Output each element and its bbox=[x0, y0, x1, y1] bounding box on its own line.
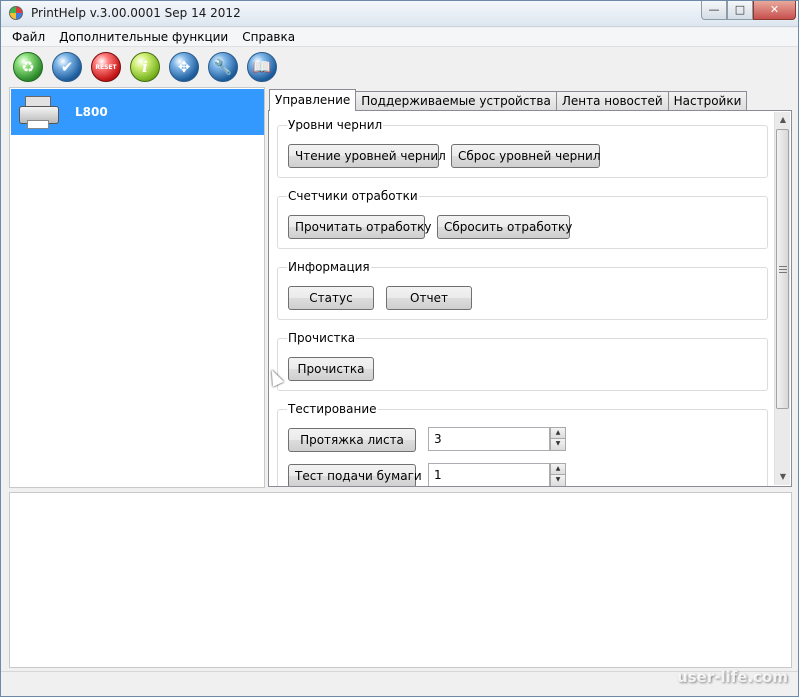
tab-news-feed[interactable]: Лента новостей bbox=[555, 91, 669, 111]
vertical-scrollbar[interactable]: ▲ ▼ bbox=[774, 112, 790, 485]
info-title: Информация bbox=[287, 260, 371, 274]
printer-list: L800 bbox=[9, 87, 265, 488]
menu-bar: Файл Дополнительные функции Справка bbox=[1, 28, 798, 47]
management-panel: Уровни чернил Чтение уровней чернил Сбро… bbox=[268, 110, 792, 487]
maximize-button[interactable]: □ bbox=[727, 1, 753, 20]
network-icon[interactable]: ✥ bbox=[169, 52, 199, 82]
ink-levels-group: Уровни чернил Чтение уровней чернил Сбро… bbox=[277, 118, 768, 178]
scroll-down-icon[interactable]: ▼ bbox=[775, 469, 791, 485]
cleaning-button[interactable]: Прочистка bbox=[288, 357, 374, 381]
cleaning-title: Прочистка bbox=[287, 331, 357, 345]
cleaning-group: Прочистка Прочистка bbox=[277, 331, 768, 391]
spin-down-icon[interactable]: ▼ bbox=[550, 475, 566, 486]
printer-name: L800 bbox=[75, 105, 108, 119]
caption-buttons: — □ ✕ bbox=[701, 1, 796, 20]
recycle-icon[interactable]: ♻ bbox=[13, 52, 43, 82]
printer-item-l800[interactable]: L800 bbox=[11, 89, 264, 135]
paper-feed-stepper[interactable]: 1 ▲ ▼ bbox=[428, 463, 566, 486]
tab-settings[interactable]: Настройки bbox=[667, 91, 748, 111]
wrench-icon[interactable]: 🔧 bbox=[208, 52, 238, 82]
reset-ink-levels-button[interactable]: Сброс уровней чернил bbox=[451, 144, 601, 168]
counters-title: Счетчики отработки bbox=[287, 189, 419, 203]
spin-down-icon[interactable]: ▼ bbox=[550, 439, 566, 451]
spin-up-icon[interactable]: ▲ bbox=[550, 463, 566, 475]
info-group: Информация Статус Отчет bbox=[277, 260, 768, 320]
log-panel[interactable] bbox=[9, 492, 792, 668]
read-ink-levels-button[interactable]: Чтение уровней чернил bbox=[288, 144, 446, 168]
minimize-button[interactable]: — bbox=[701, 1, 727, 20]
paper-feed-value[interactable]: 1 bbox=[434, 468, 442, 482]
watermark: user-life.com bbox=[677, 668, 788, 686]
report-button[interactable]: Отчет bbox=[386, 286, 472, 310]
tab-strip: Управление Поддерживаемые устройства Лен… bbox=[269, 89, 748, 111]
paper-feed-spin-buttons: ▲ ▼ bbox=[550, 463, 566, 486]
menu-extra-functions[interactable]: Дополнительные функции bbox=[52, 30, 235, 44]
info-icon[interactable]: i bbox=[130, 52, 160, 82]
close-button[interactable]: ✕ bbox=[753, 1, 796, 20]
app-window: PrintHelp v.3.00.0001 Sep 14 2012 — □ ✕ … bbox=[0, 0, 799, 697]
app-icon bbox=[9, 6, 23, 20]
book-icon[interactable]: 📖 bbox=[247, 52, 277, 82]
printer-icon bbox=[17, 92, 63, 132]
tab-supported-devices[interactable]: Поддерживаемые устройства bbox=[355, 91, 557, 111]
scrollbar-thumb[interactable] bbox=[776, 129, 789, 409]
window-title: PrintHelp v.3.00.0001 Sep 14 2012 bbox=[31, 6, 241, 20]
menu-file[interactable]: Файл bbox=[5, 30, 52, 44]
scroll-up-icon[interactable]: ▲ bbox=[775, 112, 791, 128]
counters-group: Счетчики отработки Прочитать отработку С… bbox=[277, 189, 768, 249]
testing-group: Тестирование Протяжка листа 3 ▲ ▼ Тест п… bbox=[277, 402, 768, 486]
reset-counters-button[interactable]: Сбросить отработку bbox=[437, 215, 572, 239]
menu-help[interactable]: Справка bbox=[235, 30, 302, 44]
sheet-feed-button[interactable]: Протяжка листа bbox=[288, 428, 416, 452]
reset-icon[interactable]: RESET bbox=[91, 52, 121, 82]
spin-up-icon[interactable]: ▲ bbox=[550, 427, 566, 439]
grip-icon bbox=[779, 266, 787, 273]
sheet-feed-value[interactable]: 3 bbox=[434, 432, 442, 446]
tab-management[interactable]: Управление bbox=[269, 89, 357, 111]
ink-levels-title: Уровни чернил bbox=[287, 118, 384, 132]
read-counters-button[interactable]: Прочитать отработку bbox=[288, 215, 431, 239]
testing-title: Тестирование bbox=[287, 402, 378, 416]
check-icon[interactable]: ✔ bbox=[52, 52, 82, 82]
toolbar: ♻ ✔ RESET i ✥ 🔧 📖 bbox=[1, 48, 798, 86]
title-bar[interactable]: PrintHelp v.3.00.0001 Sep 14 2012 — □ ✕ bbox=[1, 1, 798, 27]
sheet-feed-stepper[interactable]: 3 ▲ ▼ bbox=[428, 427, 566, 451]
sheet-feed-spin-buttons: ▲ ▼ bbox=[550, 427, 566, 451]
paper-feed-test-button[interactable]: Тест подачи бумаги bbox=[288, 464, 422, 486]
status-button[interactable]: Статус bbox=[288, 286, 374, 310]
